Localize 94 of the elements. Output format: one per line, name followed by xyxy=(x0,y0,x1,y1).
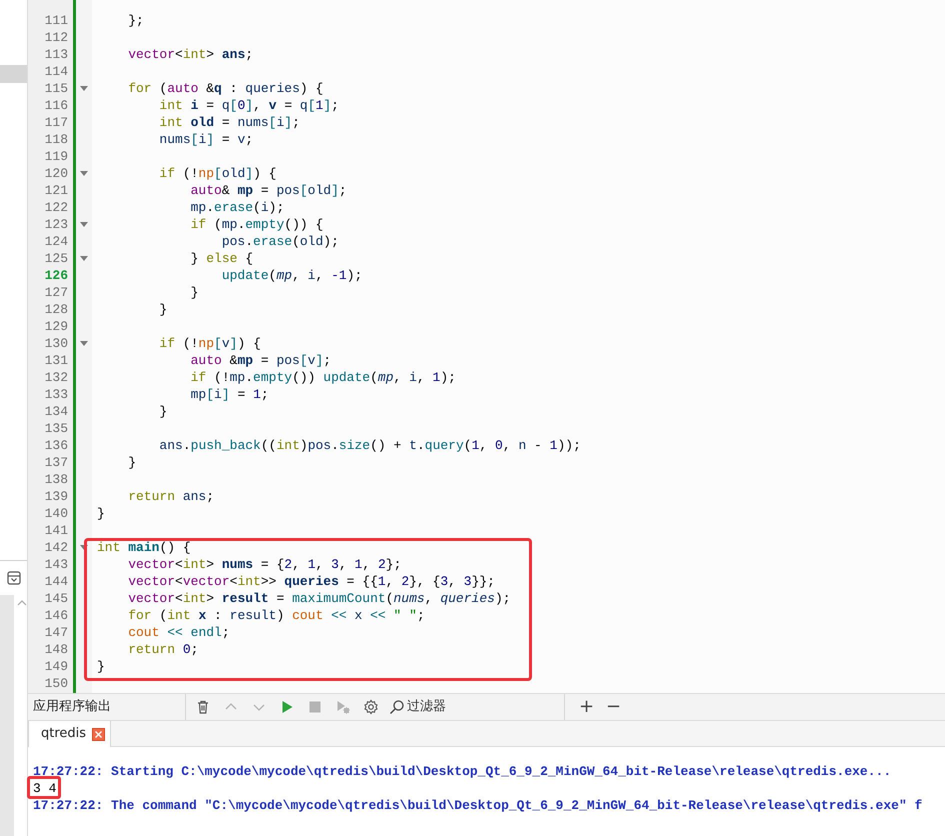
code-line: int i = q[0], v = q[1]; xyxy=(158,97,339,114)
line-number: 135 xyxy=(44,420,69,437)
code-line: return ans; xyxy=(127,488,214,505)
line-number: 144 xyxy=(44,573,69,590)
line-number: 134 xyxy=(44,403,69,420)
line-number: 121 xyxy=(44,182,69,199)
code-line: vector<int> result = maximumCount(nums, queries); xyxy=(127,590,511,607)
line-number: 150 xyxy=(44,675,69,692)
line-number: 139 xyxy=(44,488,69,505)
code-line: cout << endl; xyxy=(127,624,230,641)
trash-icon xyxy=(195,699,211,715)
run-attach-icon xyxy=(335,699,351,715)
code-line: } xyxy=(158,403,168,420)
code-line: int main() { xyxy=(96,539,191,556)
code-line: for (int x : result) cout << x << " "; xyxy=(127,607,425,624)
code-line: } xyxy=(190,284,198,301)
line-number: 127 xyxy=(44,284,69,301)
fold-icon[interactable] xyxy=(80,170,88,176)
code-line: return 0; xyxy=(127,641,198,658)
code-line: if (!np[old]) { xyxy=(158,165,276,182)
scroll-up-icon[interactable] xyxy=(17,599,27,606)
fold-icon[interactable] xyxy=(80,544,88,550)
search-icon xyxy=(389,699,405,715)
line-number: 143 xyxy=(44,556,69,573)
code-line: ans.push_back((int)pos.size() + t.query(1, 0, n - 1)); xyxy=(158,437,581,454)
line-number: 120 xyxy=(44,165,69,182)
code-line: } xyxy=(96,505,105,522)
stop-icon xyxy=(307,699,323,715)
line-number: 145 xyxy=(44,590,69,607)
zoom-in-button[interactable]: + xyxy=(573,694,600,720)
code-line: if (mp.empty()) { xyxy=(190,216,324,233)
code-line: }; xyxy=(127,12,144,29)
fold-icon[interactable] xyxy=(80,86,88,92)
line-number: 140 xyxy=(44,505,69,522)
line-number: 141 xyxy=(44,522,69,539)
code-line: update(mp, i, -1); xyxy=(220,267,362,284)
code-line: vector<int> nums = {2, 1, 3, 1, 2}; xyxy=(127,556,402,573)
line-number: 147 xyxy=(44,624,69,641)
line-number: 122 xyxy=(44,199,69,216)
output-line: 17:27:22: The command "C:\mycode\mycode\qtredis\build\Desktop_Qt_6_9_2_MinGW_64_bit-Release\release\qtredis.exe" f xyxy=(33,798,922,813)
code-line: } xyxy=(158,301,168,318)
code-line: int old = nums[i]; xyxy=(158,114,300,131)
filter-field[interactable]: 过滤器 xyxy=(407,697,547,717)
line-number: 133 xyxy=(44,386,69,403)
line-number: 123 xyxy=(44,216,69,233)
code-line: nums[i] = v; xyxy=(158,131,254,148)
fold-icon[interactable] xyxy=(80,222,88,228)
line-number: 132 xyxy=(44,369,69,386)
line-number: 137 xyxy=(44,454,69,471)
code-line: } xyxy=(127,454,136,471)
output-line: 3 4 xyxy=(33,781,56,796)
line-number: 142 xyxy=(44,539,69,556)
fold-icon[interactable] xyxy=(80,340,88,346)
line-number: 125 xyxy=(44,250,69,267)
line-number: 111 xyxy=(44,12,69,29)
pane-title: 应用程序输出 xyxy=(33,698,111,716)
line-number: 116 xyxy=(44,97,69,114)
code-line: mp[i] = 1; xyxy=(190,386,269,403)
code-line: vector<int> ans; xyxy=(127,46,254,63)
line-number: 130 xyxy=(44,335,69,352)
code-line: } else { xyxy=(190,250,254,267)
line-number: 138 xyxy=(44,471,69,488)
code-line: vector<vector<int>> queries = {{1, 2}, {3, 3}}; xyxy=(127,573,495,590)
code-line: for (auto &q : queries) { xyxy=(127,80,324,97)
output-line: 17:27:22: Starting C:\mycode\mycode\qtredis\build\Desktop_Qt_6_9_2_MinGW_64_bit-Release\release\qtredis.exe... xyxy=(33,764,892,779)
line-number: 118 xyxy=(44,131,69,148)
line-number: 136 xyxy=(44,437,69,454)
line-number: 128 xyxy=(44,301,69,318)
zoom-out-button[interactable]: − xyxy=(600,694,627,720)
code-line: } xyxy=(96,658,105,675)
code-line: if (!mp.empty()) update(mp, i, 1); xyxy=(190,369,456,386)
close-button[interactable] xyxy=(92,728,106,740)
line-number: 117 xyxy=(44,114,69,131)
line-number: 112 xyxy=(44,29,69,46)
code-line: if (!np[v]) { xyxy=(158,335,261,352)
line-number: 113 xyxy=(44,46,69,63)
line-number: 149 xyxy=(44,658,69,675)
code-line: auto &mp = pos[v]; xyxy=(190,352,332,369)
line-number: 129 xyxy=(44,318,69,335)
gear-icon xyxy=(363,699,379,715)
line-number: 131 xyxy=(44,352,69,369)
line-number: 124 xyxy=(44,233,69,250)
code-line: mp.erase(i); xyxy=(190,199,284,216)
line-number: 148 xyxy=(44,641,69,658)
line-number: 126 xyxy=(44,267,69,284)
line-number: 114 xyxy=(44,63,69,80)
output-tab[interactable]: qtredis xyxy=(28,721,112,747)
line-number: 115 xyxy=(44,80,69,97)
line-number: 119 xyxy=(44,148,69,165)
code-line: auto& mp = pos[old]; xyxy=(190,182,347,199)
fold-icon[interactable] xyxy=(80,256,88,262)
collapse-icon[interactable] xyxy=(7,571,21,585)
code-line: pos.erase(old); xyxy=(220,233,339,250)
line-number: 146 xyxy=(44,607,69,624)
